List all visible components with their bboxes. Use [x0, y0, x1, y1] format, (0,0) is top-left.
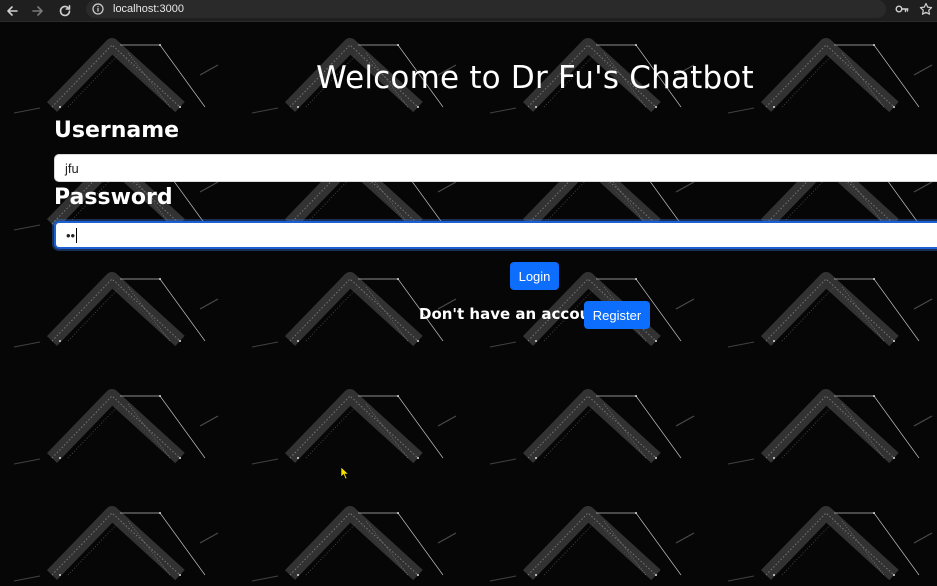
info-icon[interactable] — [92, 3, 104, 15]
password-label: Password — [54, 185, 173, 210]
url-text[interactable]: localhost:3000 — [113, 3, 184, 15]
background-pattern — [0, 22, 937, 586]
page-title: Welcome to Dr Fu's Chatbot — [316, 60, 754, 96]
key-icon[interactable] — [893, 0, 911, 18]
username-label: Username — [54, 118, 180, 143]
browser-toolbar: localhost:3000 — [0, 0, 937, 22]
login-button[interactable]: Login — [510, 262, 559, 290]
username-field[interactable]: jfu — [54, 154, 937, 182]
reload-icon[interactable] — [54, 0, 76, 22]
password-value[interactable]: •• — [66, 228, 75, 243]
login-page: Welcome to Dr Fu's Chatbot Username jfu … — [0, 22, 937, 586]
star-icon[interactable] — [917, 0, 935, 18]
password-field[interactable]: •• — [54, 221, 937, 249]
register-button[interactable]: Register — [584, 301, 650, 329]
address-bar[interactable]: localhost:3000 — [86, 0, 886, 18]
forward-arrow-icon[interactable] — [27, 0, 49, 22]
cursor-icon — [340, 466, 350, 480]
username-value[interactable]: jfu — [65, 161, 79, 176]
text-caret — [76, 227, 78, 243]
back-arrow-icon[interactable] — [1, 0, 23, 22]
